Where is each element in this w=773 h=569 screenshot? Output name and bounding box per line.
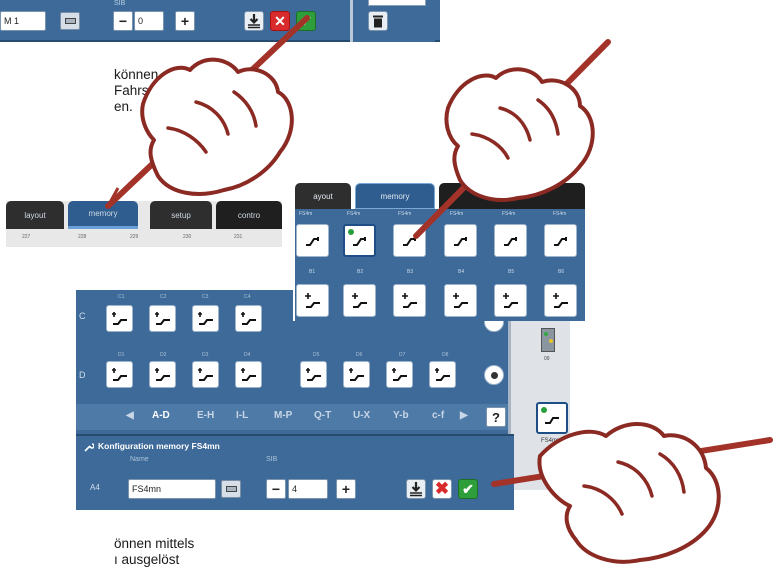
hand-pen-icon: [105, 15, 310, 209]
hand-illustrations: [105, 15, 773, 564]
hand-pen-icon: [413, 39, 611, 239]
hand-pen-icon: [491, 422, 773, 564]
